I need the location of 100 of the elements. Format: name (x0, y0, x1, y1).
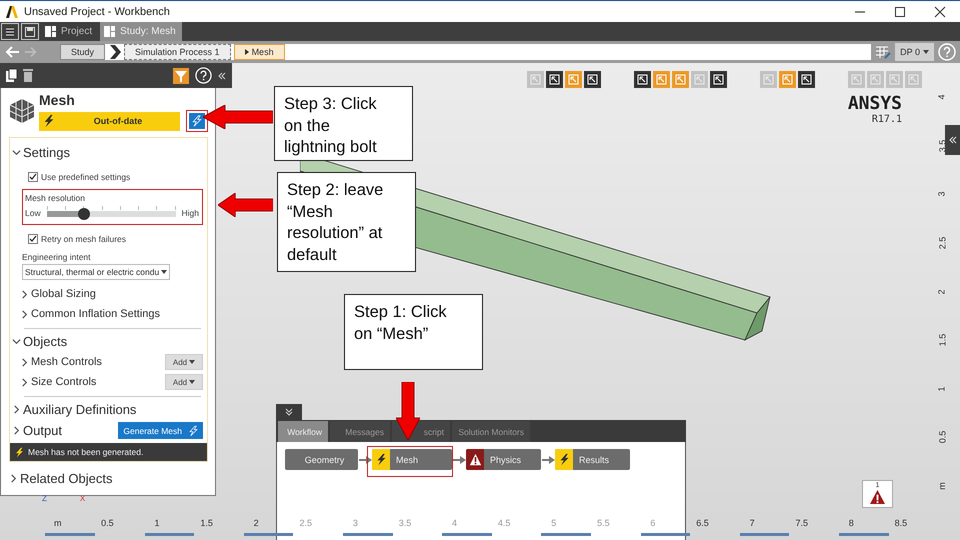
workflow-node[interactable]: Physics (466, 449, 541, 470)
axis-label: m (54, 518, 62, 529)
status-text: Out-of-date (92, 116, 144, 126)
add-button[interactable]: Add (165, 374, 203, 390)
axis-letter: Z (42, 494, 47, 503)
version-label: R17.1 (872, 114, 902, 125)
section-heading[interactable]: Mesh Controls (31, 356, 102, 368)
checkbox-row[interactable]: Retry on mesh failures (28, 229, 207, 249)
axis-label: 4.5 (498, 518, 510, 529)
back-arrow-icon[interactable] (4, 45, 20, 59)
add-button[interactable]: Add (165, 354, 203, 370)
cursor-icon (889, 74, 900, 85)
toolbar-button[interactable] (546, 71, 563, 88)
message-text: Mesh has not been generated. (28, 447, 144, 457)
axis-label: 8 (848, 518, 854, 529)
section-heading[interactable]: Auxiliary Definitions (23, 402, 136, 417)
callout-text: Step 2: leave “Mesh resolution” at default (287, 180, 384, 266)
design-point-dropdown[interactable]: DP 0 (895, 43, 934, 61)
section-heading[interactable]: Objects (23, 334, 68, 349)
slider-thumb[interactable] (78, 208, 90, 220)
cursor-icon (637, 74, 648, 85)
cursor-icon (763, 74, 774, 85)
workflow-node[interactable]: Results (555, 449, 630, 470)
toolbar-button[interactable] (710, 71, 727, 88)
checkbox-label: Retry on mesh failures (41, 234, 126, 244)
slider-min-label: Low (25, 208, 41, 218)
cursor-icon (568, 74, 579, 85)
trash-icon[interactable] (23, 69, 33, 82)
pointer-arrow (396, 382, 420, 440)
cursor-icon (656, 74, 667, 85)
breadcrumb-item[interactable]: Mesh (234, 44, 285, 60)
cursor-icon (549, 74, 560, 85)
close-icon[interactable] (934, 6, 946, 18)
section-heading[interactable]: Common Inflation Settings (31, 308, 160, 320)
panel-title: Mesh (39, 92, 76, 108)
lightning-icon (14, 446, 25, 458)
field-label: Engineering intent (22, 252, 92, 262)
lightning-icon (191, 115, 203, 127)
cursor-icon (908, 74, 919, 85)
toolbar-button[interactable] (584, 71, 601, 88)
workflow-node[interactable]: Mesh (372, 449, 452, 470)
workflow-node[interactable]: Geometry (285, 449, 358, 470)
table-edit-icon[interactable] (875, 45, 892, 59)
help-icon[interactable] (195, 67, 212, 84)
axis-label: 5 (551, 518, 556, 529)
window-title: Unsaved Project - Workbench (24, 6, 171, 18)
axis-label: 3 (352, 518, 358, 529)
save-button[interactable] (21, 23, 39, 40)
collapse-icon[interactable] (218, 72, 226, 80)
breadcrumb-item[interactable]: Study (60, 44, 106, 60)
triangle-icon (244, 49, 249, 55)
list-icon (4, 26, 16, 38)
callout-text: Step 1: Click on “Mesh” (354, 302, 448, 344)
warning-icon (870, 490, 885, 504)
axis-label: 2 (937, 289, 947, 294)
section-heading[interactable]: Related Objects (20, 471, 112, 486)
section-heading[interactable]: Size Controls (31, 376, 96, 388)
axis-label: 1 (154, 518, 160, 529)
toolbar-button[interactable] (634, 71, 651, 88)
cursor-icon (587, 74, 598, 85)
toolbar-button[interactable] (798, 71, 815, 88)
lightning-icon (558, 453, 570, 466)
generate-mesh-button[interactable]: Generate Mesh (118, 422, 203, 439)
app-logo-icon (6, 6, 18, 18)
menu-button[interactable] (1, 23, 19, 40)
axis-label: 2.5 (300, 518, 312, 529)
axis-label: 1.5 (937, 334, 947, 347)
collapse-button[interactable] (945, 125, 960, 155)
axis-label: 1 (937, 386, 947, 392)
collapse-button[interactable] (276, 404, 302, 420)
axis-label: 6.5 (696, 518, 709, 529)
checkbox-row[interactable]: Use predefined settings (28, 167, 207, 187)
maximize-icon[interactable] (894, 6, 906, 18)
cursor-icon (713, 74, 724, 85)
intent-dropdown[interactable]: Structural, thermal or electric condu (22, 264, 170, 280)
breadcrumb-item[interactable]: Simulation Process 1 (124, 44, 231, 60)
caret-icon (189, 380, 196, 384)
update-button[interactable] (186, 110, 208, 132)
connector-arrow (359, 456, 372, 464)
copy-icon[interactable] (6, 69, 17, 82)
checkbox[interactable] (28, 172, 38, 182)
axis-label: m (937, 482, 947, 490)
caret-icon (923, 50, 929, 54)
double-chevron-icon (948, 136, 956, 144)
caret-icon (161, 270, 167, 274)
field-label: Mesh resolution (25, 193, 86, 203)
filter-icon[interactable] (173, 68, 189, 84)
section-heading[interactable]: Settings (23, 145, 70, 160)
warning-icon (468, 453, 482, 466)
axis-label: 7 (750, 518, 755, 529)
axis-label: 4 (452, 518, 458, 529)
axis-label: 3 (937, 192, 947, 197)
axis-label: 2 (254, 518, 259, 529)
chevron-icon (110, 45, 122, 59)
section-heading[interactable]: Output (23, 423, 62, 438)
slider-track[interactable] (46, 206, 176, 220)
checkbox[interactable] (28, 234, 38, 244)
connector-arrow (542, 456, 555, 464)
cursor-icon (694, 74, 705, 85)
section-heading[interactable]: Global Sizing (31, 288, 96, 300)
